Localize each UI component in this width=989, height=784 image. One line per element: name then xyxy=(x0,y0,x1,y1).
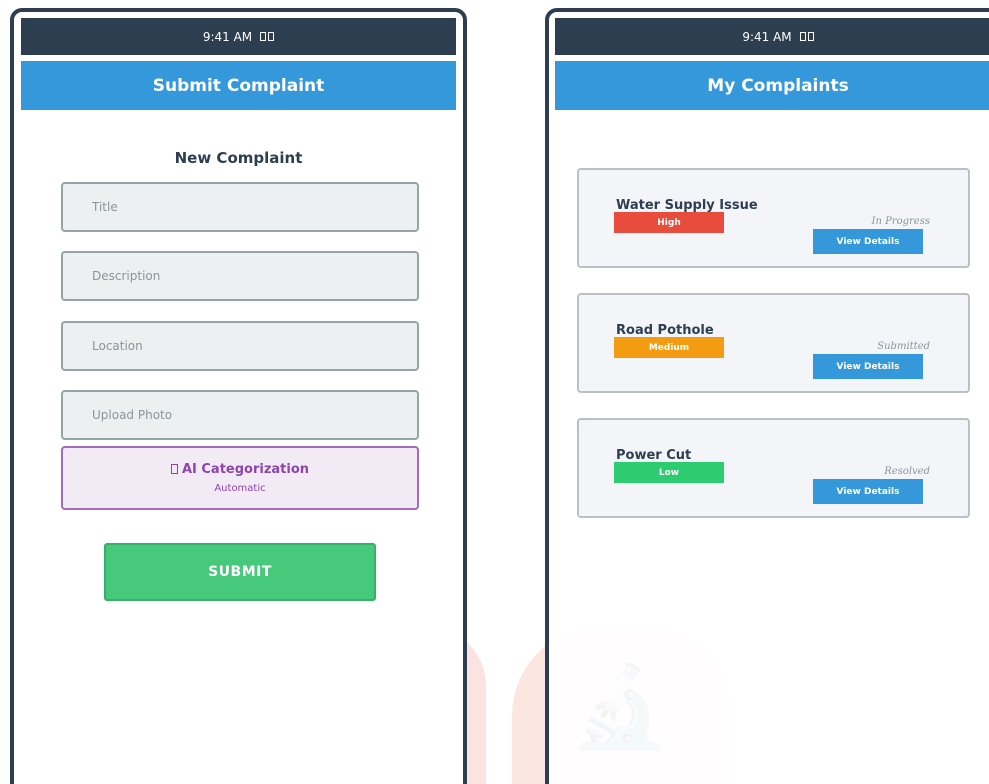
status-time: 9:41 AM xyxy=(202,29,253,44)
page-title: Submit Complaint xyxy=(21,61,456,110)
upload-photo-placeholder: Upload Photo xyxy=(92,408,173,422)
my-complaints-screen: 9:41 AM My Complaints Water Supply Issue… xyxy=(545,8,989,784)
complaint-card: Power Cut Low Resolved View Details xyxy=(577,418,970,518)
complaint-card: Road Pothole Medium Submitted View Detai… xyxy=(577,293,970,393)
complaint-title: Power Cut xyxy=(616,448,692,463)
signal-icon xyxy=(798,30,814,44)
robot-icon xyxy=(170,464,178,474)
submit-button[interactable]: SUBMIT xyxy=(104,543,376,601)
priority-badge: Low xyxy=(614,462,724,483)
ai-title: AI Categorization xyxy=(181,462,310,477)
form-title: New Complaint xyxy=(174,149,303,167)
view-details-button[interactable]: View Details xyxy=(813,229,923,254)
complaint-title: Road Pothole xyxy=(616,323,714,338)
description-placeholder: Description xyxy=(92,269,161,283)
title-placeholder: Title xyxy=(92,200,118,214)
status-bar: 9:41 AM xyxy=(555,18,989,55)
view-details-button[interactable]: View Details xyxy=(813,479,923,504)
signal-icon xyxy=(258,30,275,44)
status-bar: 9:41 AM xyxy=(21,18,456,55)
title-input[interactable]: Title xyxy=(61,182,419,232)
status-time: 9:41 AM xyxy=(742,29,792,44)
upload-photo-input[interactable]: Upload Photo xyxy=(61,390,419,440)
status-text: Submitted xyxy=(877,341,930,352)
priority-badge: High xyxy=(614,212,724,233)
location-input[interactable]: Location xyxy=(61,321,419,371)
description-input[interactable]: Description xyxy=(61,251,419,301)
complaint-card: Water Supply Issue High In Progress View… xyxy=(577,168,970,268)
page-title: My Complaints xyxy=(555,61,989,110)
ai-subtitle: Automatic xyxy=(214,483,266,494)
priority-badge: Medium xyxy=(614,337,724,358)
status-text: Resolved xyxy=(884,466,930,477)
ai-categorization-box: AI Categorization Automatic xyxy=(61,446,419,510)
submit-complaint-screen: 9:41 AM Submit Complaint New Complaint T… xyxy=(10,8,467,784)
location-placeholder: Location xyxy=(92,339,143,353)
status-text: In Progress xyxy=(871,216,930,227)
complaint-title: Water Supply Issue xyxy=(616,198,758,213)
view-details-button[interactable]: View Details xyxy=(813,354,923,379)
